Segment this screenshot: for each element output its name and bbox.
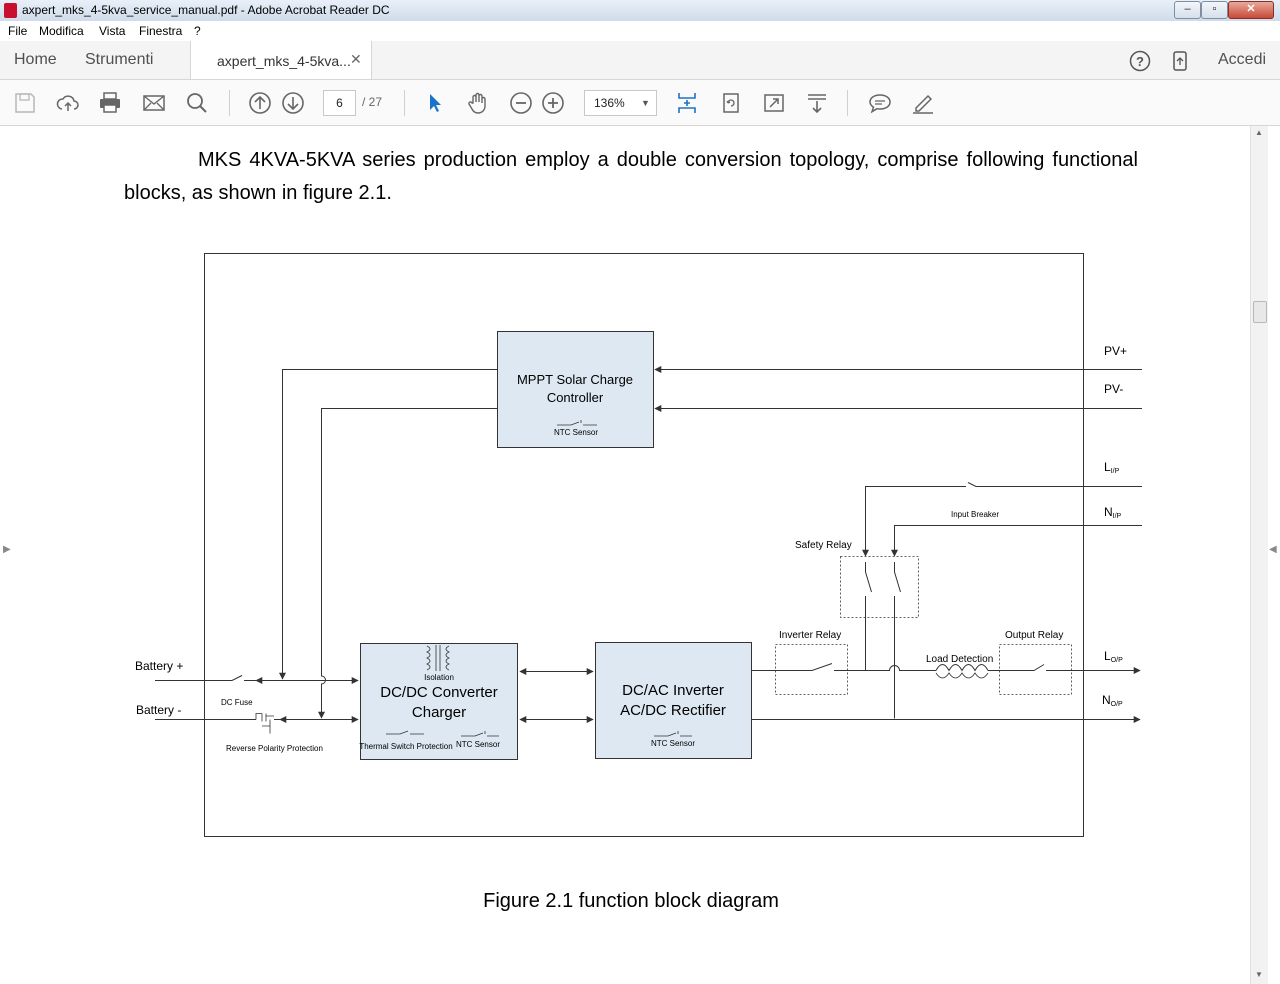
menu-view[interactable]: Vista: [99, 24, 125, 38]
n-output-label: NO/P: [1102, 693, 1123, 708]
svg-text:?: ?: [1136, 54, 1144, 69]
window-title: axpert_mks_4-5kva_service_manual.pdf - A…: [22, 3, 390, 17]
page-total: / 27: [362, 95, 383, 109]
zoom-level-select[interactable]: 136% ▼: [584, 90, 657, 116]
close-window-button[interactable]: ✕: [1228, 1, 1274, 19]
toolbar-separator: [404, 90, 405, 116]
main-toolbar: 6 / 27 136% ▼: [0, 80, 1280, 126]
inverter-relay-label: Inverter Relay: [779, 630, 841, 641]
vertical-scrollbar[interactable]: ▲ ▼: [1250, 126, 1268, 984]
reverse-polarity-label: Reverse Polarity Protection: [226, 744, 323, 753]
isolation-label: Isolation: [424, 673, 454, 682]
document-tab-label: axpert_mks_4-5kva...: [217, 53, 351, 69]
next-page-icon[interactable]: [281, 91, 305, 115]
inverter-title-line1: DC/AC Inverter: [622, 682, 724, 699]
full-screen-icon[interactable]: [762, 91, 786, 115]
battery-minus-label: Battery -: [136, 703, 181, 717]
safety-relay-box: [840, 556, 919, 618]
upload-cloud-icon[interactable]: [56, 91, 80, 115]
inverter-relay-box: [775, 644, 848, 695]
menu-help[interactable]: ?: [194, 24, 201, 38]
mppt-title-line2: Controller: [547, 390, 604, 405]
zoom-in-icon[interactable]: [541, 91, 565, 115]
select-cursor-icon[interactable]: [423, 91, 447, 115]
figure-caption: Figure 2.1 function block diagram: [483, 890, 779, 912]
close-tab-icon[interactable]: ✕: [350, 51, 362, 68]
maximize-button[interactable]: ▫: [1201, 1, 1228, 19]
right-panel-toggle-icon[interactable]: ◀: [1269, 544, 1277, 555]
function-block-diagram: MPPT Solar Charge Controller NTC Sensor …: [135, 253, 1250, 837]
pv-plus-label: PV+: [1104, 344, 1127, 358]
fit-page-icon[interactable]: [675, 91, 699, 115]
previous-page-icon[interactable]: [248, 91, 272, 115]
inverter-title-line2: AC/DC Rectifier: [620, 702, 726, 719]
top-nav: Home Strumenti axpert_mks_4-5kva... ✕ ? …: [0, 41, 1280, 80]
toolbar-separator: [229, 90, 230, 116]
mobile-link-icon[interactable]: [1169, 50, 1191, 72]
rotate-page-icon[interactable]: [719, 91, 743, 115]
dcdc-title-line1: DC/DC Converter: [380, 684, 498, 701]
battery-plus-label: Battery +: [135, 659, 183, 673]
thermal-switch-label: Thermal Switch Protection: [359, 742, 452, 751]
tools-tab[interactable]: Strumenti: [85, 51, 153, 69]
scroll-down-arrow-icon[interactable]: ▼: [1255, 970, 1263, 979]
input-breaker-label: Input Breaker: [951, 510, 999, 519]
menu-window[interactable]: Finestra: [139, 24, 182, 38]
inverter-ntc-sensor-label: NTC Sensor: [651, 739, 695, 748]
menu-edit[interactable]: Modifica: [39, 24, 84, 38]
home-tab[interactable]: Home: [14, 51, 57, 69]
zoom-out-icon[interactable]: [509, 91, 533, 115]
page-number-input[interactable]: 6: [323, 90, 356, 116]
title-bar: axpert_mks_4-5kva_service_manual.pdf - A…: [0, 0, 1280, 22]
sign-in-link[interactable]: Accedi: [1218, 51, 1266, 69]
search-icon[interactable]: [185, 91, 209, 115]
l-output-label: LO/P: [1104, 649, 1123, 664]
scrollbar-thumb[interactable]: [1253, 301, 1267, 323]
print-icon[interactable]: [98, 91, 122, 115]
document-tab[interactable]: axpert_mks_4-5kva... ✕: [190, 41, 372, 79]
l-input-label: LI/P: [1104, 460, 1120, 475]
comment-icon[interactable]: [868, 91, 892, 115]
zoom-level-value: 136%: [594, 96, 625, 110]
email-icon[interactable]: [142, 91, 166, 115]
acrobat-app-icon: [4, 3, 17, 18]
scroll-up-arrow-icon[interactable]: ▲: [1255, 128, 1263, 137]
dc-fuse-label: DC Fuse: [221, 698, 253, 707]
minimize-button[interactable]: –: [1174, 1, 1201, 19]
help-icon[interactable]: ?: [1129, 50, 1151, 72]
n-input-label: NI/P: [1104, 505, 1122, 520]
chevron-down-icon: ▼: [641, 98, 650, 108]
menu-bar: File Modifica Vista Finestra ?: [0, 21, 1280, 41]
mppt-title-line1: MPPT Solar Charge: [517, 372, 633, 387]
highlight-pen-icon[interactable]: [911, 91, 935, 115]
menu-file[interactable]: File: [8, 24, 27, 38]
output-relay-label: Output Relay: [1005, 630, 1063, 641]
safety-relay-label: Safety Relay: [795, 540, 852, 551]
pv-minus-label: PV-: [1104, 382, 1123, 396]
toolbar-separator: [847, 90, 848, 116]
save-icon[interactable]: [13, 91, 37, 115]
dcdc-ntc-sensor-label: NTC Sensor: [456, 740, 500, 749]
hand-tool-icon[interactable]: [466, 91, 490, 115]
document-viewer: ▶ ◀ ▲ ▼ MKS 4KVA-5KVA series production …: [0, 126, 1280, 984]
dcdc-title-line2: Charger: [412, 704, 466, 721]
scroll-mode-icon[interactable]: [805, 91, 829, 115]
mppt-ntc-sensor-label: NTC Sensor: [554, 428, 598, 437]
load-detection-label: Load Detection: [926, 654, 993, 665]
